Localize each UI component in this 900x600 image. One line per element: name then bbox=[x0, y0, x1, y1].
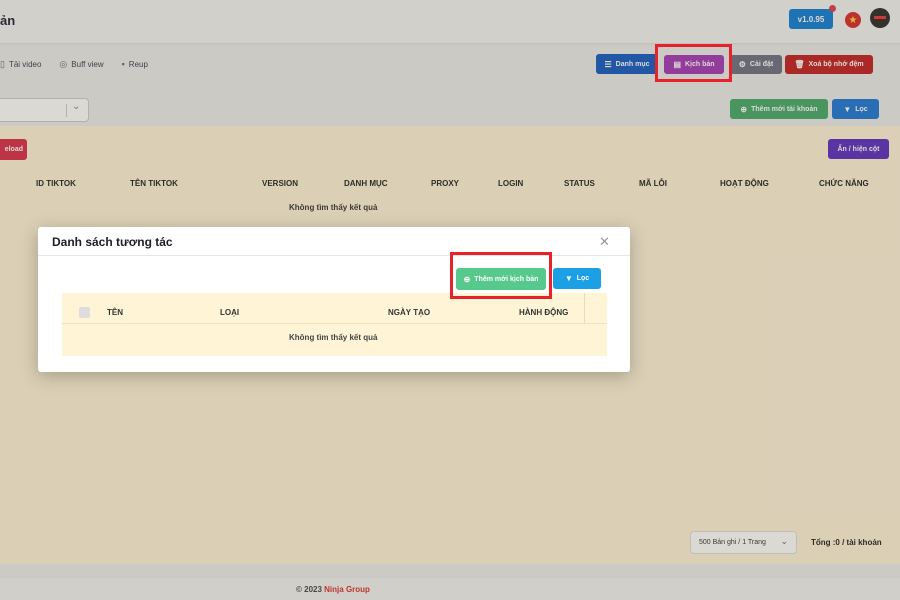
scrollbar[interactable] bbox=[584, 293, 585, 323]
modal-empty-state-text: Không tìm thấy kết quả bbox=[289, 333, 378, 342]
highlight-box-add-script bbox=[450, 252, 552, 299]
interaction-list-modal: Danh sách tương tác ✕ ⊕ Thêm mới kịch bả… bbox=[38, 227, 630, 372]
modal-column-header[interactable]: HÀNH ĐỘNG bbox=[519, 308, 568, 317]
row-divider bbox=[62, 323, 607, 324]
modal-filter-label: Lọc bbox=[576, 275, 590, 282]
modal-filter-button[interactable]: ▼ Lọc bbox=[553, 268, 601, 289]
modal-column-header[interactable]: NGÀY TẠO bbox=[388, 308, 430, 317]
modal-table: TÊN LOẠI NGÀY TẠO HÀNH ĐỘNG Không tìm th… bbox=[62, 293, 607, 356]
modal-column-header[interactable]: LOẠI bbox=[220, 308, 239, 317]
close-icon[interactable]: ✕ bbox=[599, 234, 610, 250]
modal-title: Danh sách tương tác bbox=[52, 235, 173, 249]
filter-icon: ▼ bbox=[564, 274, 573, 283]
modal-column-header[interactable]: TÊN bbox=[107, 308, 123, 317]
highlight-box-kich-ban bbox=[655, 44, 732, 82]
select-all-checkbox[interactable] bbox=[79, 307, 90, 318]
